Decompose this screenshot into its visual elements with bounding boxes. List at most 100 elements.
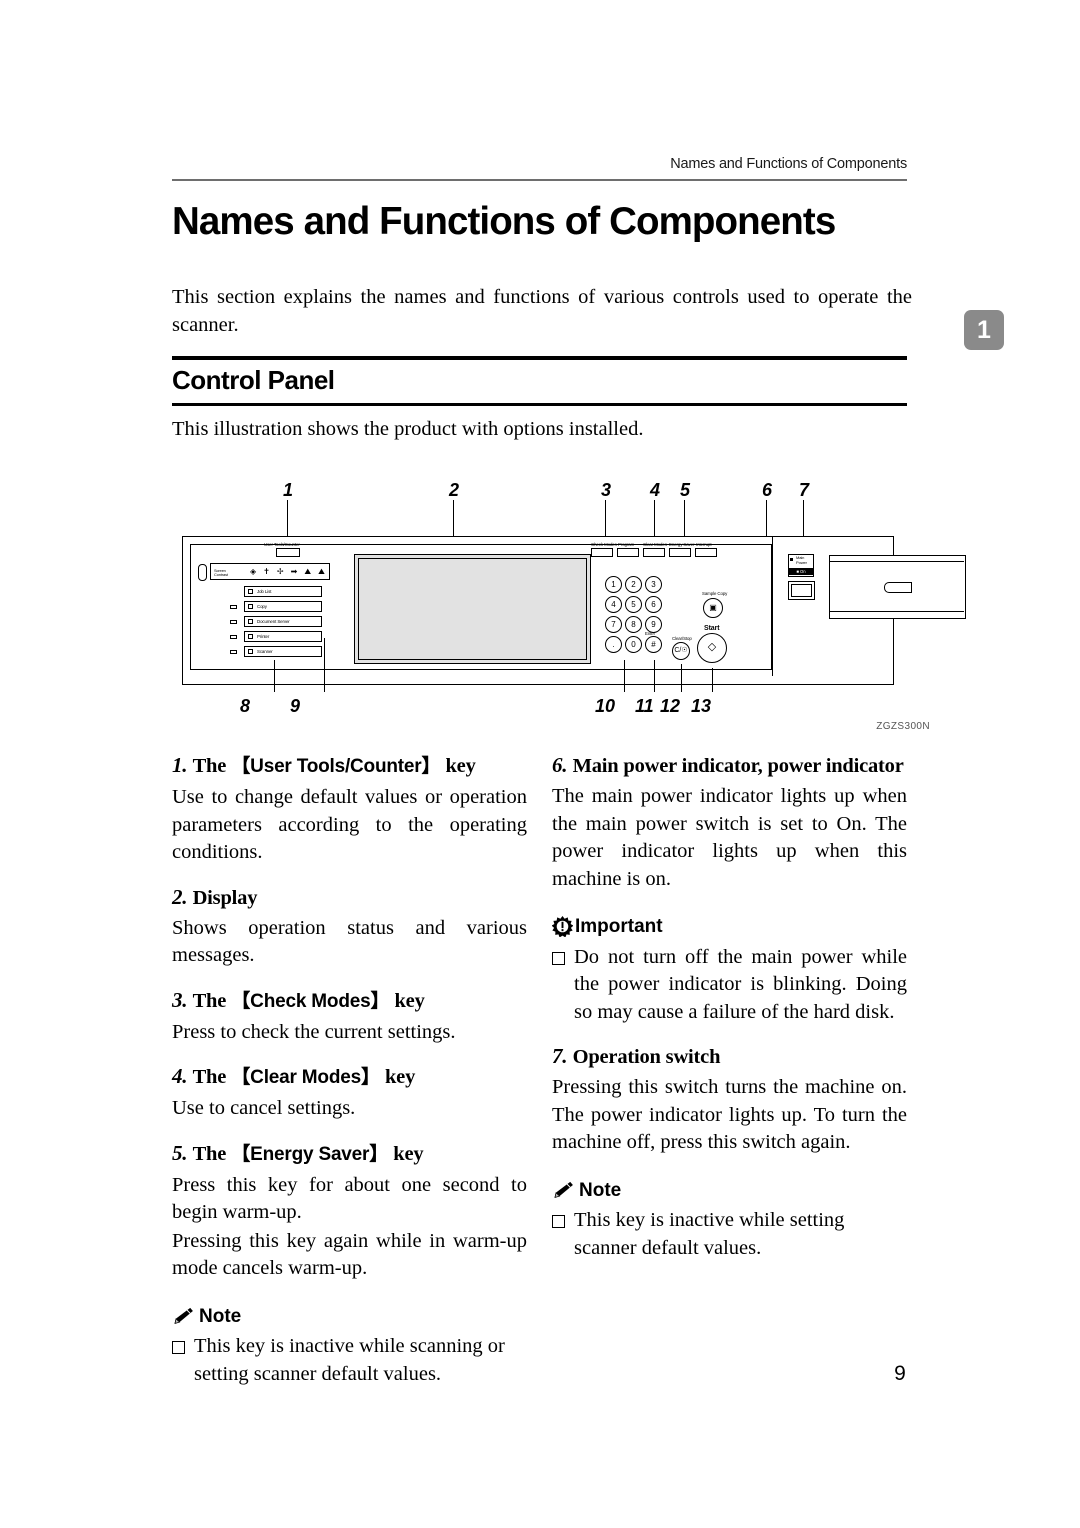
label-enter-hash: Enter: [645, 631, 655, 636]
important-heading: Important: [552, 913, 907, 941]
control-panel-figure: 1 2 3 4 5 6 7 User Tools/Counter Screen C…: [172, 478, 966, 748]
intro-paragraph: This section explains the names and func…: [172, 286, 912, 336]
printer-led-icon: [230, 635, 237, 639]
numkey-5[interactable]: 5: [625, 596, 642, 613]
numkey-6[interactable]: 6: [645, 596, 662, 613]
right-column: 6. Main power indicator, power indicator…: [552, 752, 907, 1262]
callout-8: 8: [240, 696, 251, 716]
main-power-lamp-icon: [790, 558, 793, 561]
item-6-number: 6.: [552, 753, 568, 777]
item-3-key: 【Check Modes】: [231, 990, 390, 1012]
key-clear-stop[interactable]: C/☉: [672, 642, 690, 660]
item-5-post: key: [393, 1142, 424, 1165]
item-4-body: Use to cancel settings.: [172, 1097, 356, 1119]
item-1-heading: 1. The 【User Tools/Counter】 key: [172, 752, 527, 780]
section-rule-top: [172, 356, 907, 360]
item-5-key: 【Energy Saver】: [231, 1143, 389, 1165]
label-document-server: Document Server: [257, 619, 290, 624]
leader-11: [654, 660, 655, 692]
section-intro: This illustration shows the product with…: [172, 418, 644, 440]
key-job-list[interactable]: [244, 586, 322, 597]
leader-9: [324, 638, 325, 692]
key-copy[interactable]: [244, 601, 322, 612]
contrast-dial[interactable]: [198, 564, 207, 581]
section-heading: Control Panel: [172, 365, 335, 395]
leader-12: [681, 664, 682, 692]
printer-indicator-icon: [248, 634, 253, 639]
label-screen-contrast: Screen Contrast: [214, 568, 228, 578]
item-6-heading: 6. Main power indicator, power indicator: [552, 752, 907, 779]
important-bullet: Do not turn off the main power while the…: [552, 944, 907, 1027]
main-power-switch-on[interactable]: ■ On: [789, 568, 813, 575]
item-6-body: The main power indicator lights up when …: [552, 785, 907, 890]
numkey-3[interactable]: 3: [645, 576, 662, 593]
chapter-tab: 1: [964, 310, 1004, 350]
numkey-4[interactable]: 4: [605, 596, 622, 613]
leader-13: [712, 668, 713, 692]
item-3-pre: The: [192, 989, 227, 1012]
item-3-body: Press to check the current settings.: [172, 1020, 456, 1043]
label-start: Start: [704, 625, 720, 632]
numkey-dot[interactable]: .: [605, 636, 622, 653]
section-rule-bottom: [172, 403, 907, 406]
key-start[interactable]: ◇: [697, 633, 727, 663]
key-user-tools-counter[interactable]: [276, 548, 300, 557]
note-label-left: Note: [199, 1305, 242, 1327]
note-heading-left: Note: [172, 1303, 527, 1331]
label-printer: Printer: [257, 634, 270, 639]
key-clear-modes[interactable]: [643, 548, 665, 557]
callout-3: 3: [601, 480, 612, 500]
label-copy: Copy: [257, 604, 267, 609]
scanner-indicator-icon: [248, 649, 253, 654]
item-4-post: key: [384, 1066, 416, 1088]
key-energy-saver[interactable]: [669, 548, 691, 557]
lcd-display[interactable]: [354, 554, 591, 664]
scanner-led-icon: [230, 650, 237, 654]
item-2-number: 2.: [172, 884, 188, 909]
item-5-body-2: Pressing this key again while in warm-up…: [172, 1229, 527, 1280]
numkey-1[interactable]: 1: [605, 576, 622, 593]
key-scanner[interactable]: [244, 646, 322, 657]
label-sample-copy: Sample Copy: [702, 591, 728, 596]
numkey-8[interactable]: 8: [625, 616, 642, 633]
leader-1: [287, 500, 288, 538]
pencil-icon: [174, 1308, 193, 1325]
item-5-number: 5.: [172, 1140, 188, 1165]
callout-7: 7: [799, 480, 810, 500]
label-user-tools-counter: User Tools/Counter: [264, 542, 300, 547]
key-sample-copy[interactable]: ▣: [703, 598, 723, 618]
item-2-heading: 2. Display: [172, 884, 527, 911]
numkey-2[interactable]: 2: [625, 576, 642, 593]
item-7-title: Operation switch: [572, 1046, 721, 1068]
indicator-glyph-row: ◈ ✝ ✢ ➡ ⛰ ⛰: [250, 567, 328, 576]
item-7-number: 7.: [552, 1044, 568, 1068]
note-heading-right: Note: [552, 1177, 907, 1205]
operation-switch-button[interactable]: [791, 584, 812, 597]
item-3-post: key: [394, 989, 425, 1012]
callout-10: 10: [595, 696, 616, 716]
label-clear-modes: Clear Modes: [643, 542, 667, 547]
label-job-list: Job List: [257, 589, 272, 594]
header-rule: [172, 179, 907, 181]
key-program[interactable]: [617, 548, 639, 557]
key-printer[interactable]: [244, 631, 322, 642]
numkey-7[interactable]: 7: [605, 616, 622, 633]
callout-2: 2: [449, 480, 460, 500]
note-label-right: Note: [579, 1179, 622, 1201]
callout-9: 9: [290, 696, 301, 716]
job-list-indicator-icon: [248, 589, 253, 594]
item-7-body: Pressing this switch turns the machine o…: [552, 1076, 907, 1153]
callout-11: 11: [635, 696, 654, 716]
key-check-modes[interactable]: [591, 548, 613, 557]
pencil-icon: [554, 1182, 573, 1199]
note-bullet-text-left: This key is inactive while scanning or s…: [194, 1335, 505, 1385]
key-interrupt[interactable]: [695, 548, 717, 557]
document-server-indicator-icon: [248, 619, 253, 624]
running-header: Names and Functions of Components: [670, 156, 907, 172]
numkey-0[interactable]: 0: [625, 636, 642, 653]
bullet-box-icon: [172, 1341, 185, 1354]
label-energy-saver: Energy Saver: [669, 542, 695, 547]
note-bullet-text-right: This key is inactive while setting scann…: [574, 1209, 845, 1259]
numkey-hash[interactable]: #: [645, 636, 662, 653]
item-6-title: Main power indicator, power indicator: [572, 755, 904, 777]
